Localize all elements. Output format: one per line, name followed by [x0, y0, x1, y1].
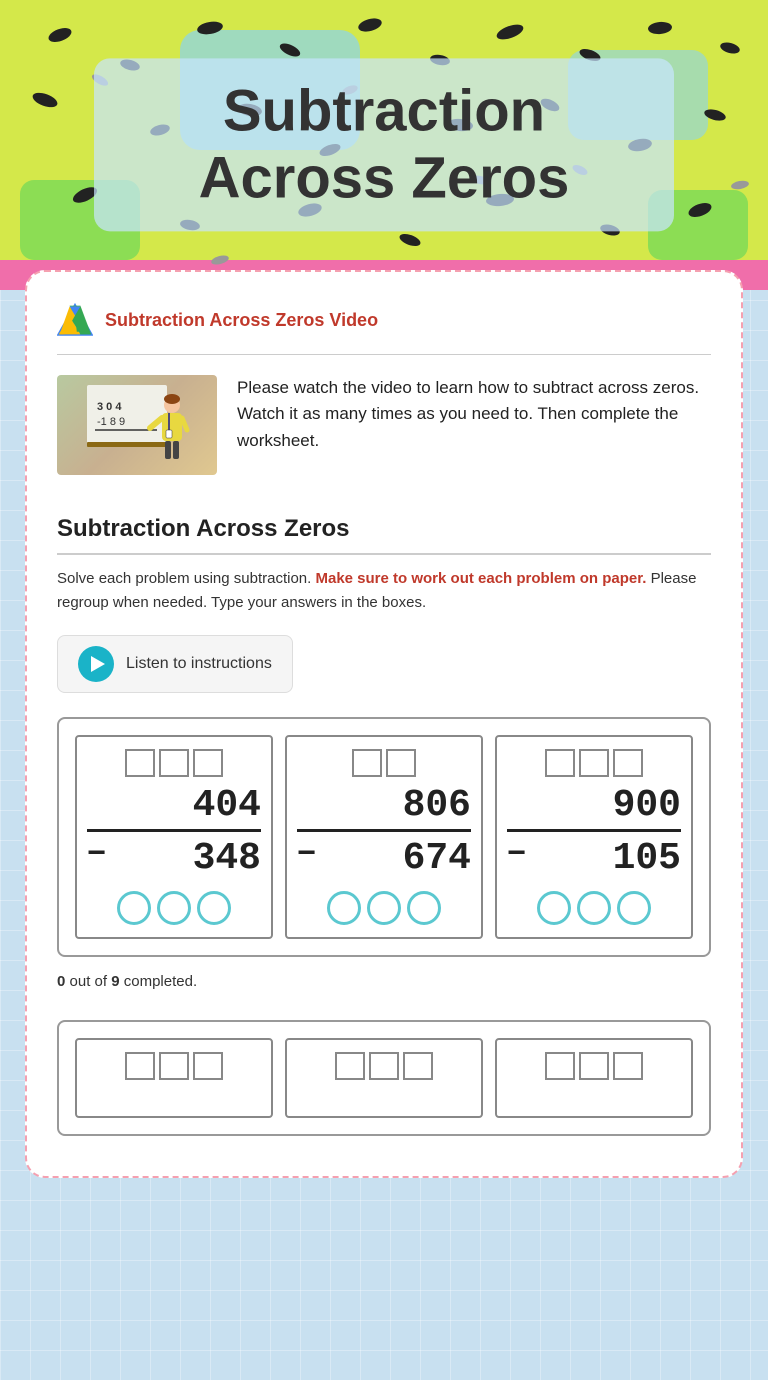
instruction-highlight: Make sure to work out each problem on pa…: [315, 570, 646, 587]
answer-input-5-2[interactable]: [369, 1052, 399, 1080]
hero-section: Subtraction Across Zeros: [0, 0, 768, 290]
circle-answers-1: [117, 891, 231, 925]
answer-boxes-top-6: [545, 1052, 643, 1080]
math-bottom-2: −674: [297, 829, 471, 882]
problem-box-5: [285, 1038, 483, 1118]
listen-instructions-button[interactable]: Listen to instructions: [57, 635, 293, 693]
answer-boxes-top-4: [125, 1052, 223, 1080]
answer-input-1-1[interactable]: [125, 749, 155, 777]
main-content: Subtraction Across Zeros: [0, 0, 768, 1178]
answer-input-5-3[interactable]: [403, 1052, 433, 1080]
circle-input-2-3[interactable]: [407, 891, 441, 925]
circle-input-1-2[interactable]: [157, 891, 191, 925]
answer-input-2-1[interactable]: [352, 749, 382, 777]
problem-box-3: 900 −105: [495, 735, 693, 939]
svg-text:3 0 4: 3 0 4: [97, 401, 122, 413]
answer-input-3-1[interactable]: [545, 749, 575, 777]
answer-input-5-1[interactable]: [335, 1052, 365, 1080]
problem-box-2: 806 −674: [285, 735, 483, 939]
problems-row-1: 404 −348: [75, 735, 693, 939]
minus-sign-2: −: [297, 836, 316, 874]
progress-total: 9: [111, 973, 119, 990]
hero-title-box: Subtraction Across Zeros: [94, 58, 674, 231]
content-card: Subtraction Across Zeros Video 3 0 4: [25, 270, 743, 1178]
drive-link[interactable]: Subtraction Across Zeros Video: [105, 310, 378, 331]
teacher-svg: 3 0 4 -1 8 9: [82, 380, 192, 470]
problem-box-6: [495, 1038, 693, 1118]
circle-answers-2: [327, 891, 441, 925]
answer-input-4-3[interactable]: [193, 1052, 223, 1080]
problems-container-2: [57, 1020, 711, 1136]
video-thumb-inner: 3 0 4 -1 8 9: [57, 375, 217, 475]
answer-input-2-2[interactable]: [386, 749, 416, 777]
problem-box-4: [75, 1038, 273, 1118]
answer-input-3-2[interactable]: [579, 749, 609, 777]
math-equation-3: 900 −105: [507, 783, 681, 881]
circle-input-1-1[interactable]: [117, 891, 151, 925]
progress-out-of: out of: [70, 973, 112, 990]
divider-1: [57, 354, 711, 355]
math-equation-1: 404 −348: [87, 783, 261, 881]
progress-label: completed.: [124, 973, 197, 990]
answer-input-6-2[interactable]: [579, 1052, 609, 1080]
answer-input-4-1[interactable]: [125, 1052, 155, 1080]
page-wrapper: Subtraction Across Zeros: [0, 0, 768, 1380]
circle-input-3-3[interactable]: [617, 891, 651, 925]
answer-input-1-3[interactable]: [193, 749, 223, 777]
play-icon: [78, 646, 114, 682]
minus-sign-1: −: [87, 836, 106, 874]
answer-input-1-2[interactable]: [159, 749, 189, 777]
answer-input-6-3[interactable]: [613, 1052, 643, 1080]
video-description: Please watch the video to learn how to s…: [237, 375, 711, 454]
answer-input-6-1[interactable]: [545, 1052, 575, 1080]
circle-input-3-2[interactable]: [577, 891, 611, 925]
math-top-2: 806: [297, 783, 471, 829]
answer-boxes-top-3: [545, 749, 643, 777]
drive-link-row: Subtraction Across Zeros Video: [57, 302, 711, 338]
answer-boxes-top-5: [335, 1052, 433, 1080]
problems-container-1: 404 −348: [57, 717, 711, 957]
page-title: Subtraction Across Zeros: [134, 78, 634, 211]
problem-box-1: 404 −348: [75, 735, 273, 939]
answer-boxes-top-1: [125, 749, 223, 777]
answer-input-3-3[interactable]: [613, 749, 643, 777]
circle-input-1-3[interactable]: [197, 891, 231, 925]
listen-button-label: Listen to instructions: [126, 655, 272, 673]
google-drive-icon: [57, 302, 93, 338]
progress-text: 0 out of 9 completed.: [57, 973, 711, 990]
circle-answers-3: [537, 891, 651, 925]
worksheet-section: Subtraction Across Zeros Solve each prob…: [57, 515, 711, 1136]
progress-completed: 0: [57, 973, 65, 990]
math-bottom-1: −348: [87, 829, 261, 882]
circle-input-3-1[interactable]: [537, 891, 571, 925]
math-top-3: 900: [507, 783, 681, 829]
math-equation-2: 806 −674: [297, 783, 471, 881]
svg-text:-1 8 9: -1 8 9: [97, 416, 125, 428]
answer-boxes-top-2: [352, 749, 416, 777]
circle-input-2-2[interactable]: [367, 891, 401, 925]
worksheet-instructions: Solve each problem using subtraction. Ma…: [57, 567, 711, 615]
worksheet-title: Subtraction Across Zeros: [57, 515, 711, 555]
video-thumbnail[interactable]: 3 0 4 -1 8 9: [57, 375, 217, 475]
math-bottom-3: −105: [507, 829, 681, 882]
video-section: 3 0 4 -1 8 9: [57, 375, 711, 475]
play-triangle-icon: [91, 656, 105, 672]
math-top-1: 404: [87, 783, 261, 829]
answer-input-4-2[interactable]: [159, 1052, 189, 1080]
problems-row-2: [75, 1038, 693, 1118]
circle-input-2-1[interactable]: [327, 891, 361, 925]
minus-sign-3: −: [507, 836, 526, 874]
instruction-plain: Solve each problem using subtraction.: [57, 570, 311, 587]
